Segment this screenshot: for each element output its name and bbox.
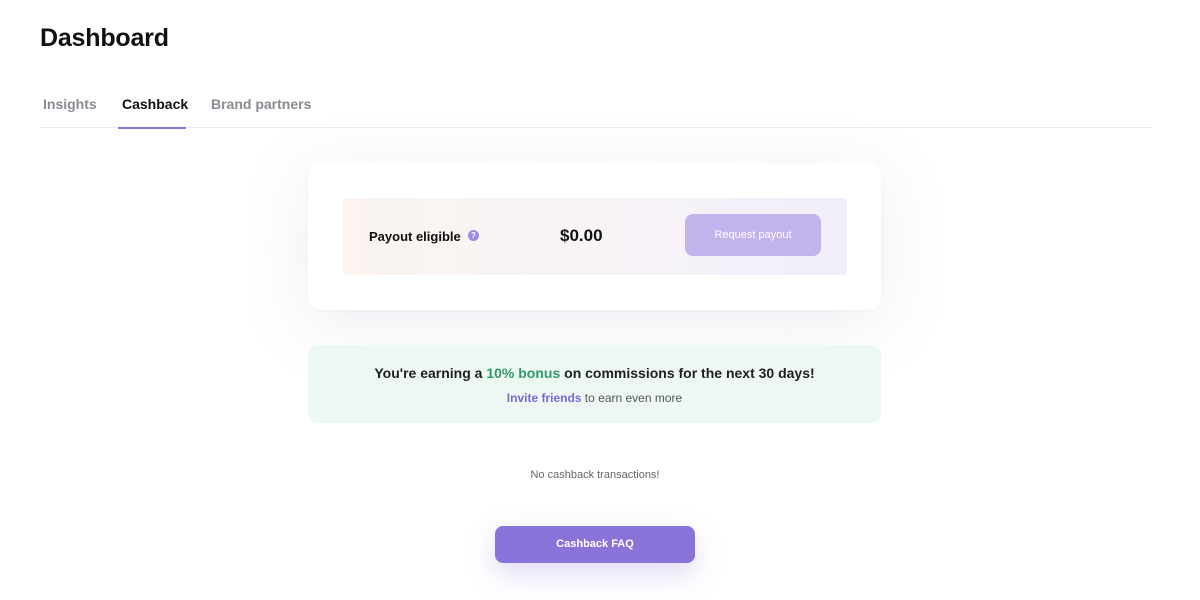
- tab-cashback[interactable]: Cashback: [118, 96, 188, 129]
- bonus-message-suffix: on commissions for the next 30 days!: [560, 365, 815, 381]
- empty-transactions-message: No cashback transactions!: [530, 469, 660, 481]
- payout-eligible-label: Payout eligible: [369, 229, 461, 244]
- info-icon[interactable]: ?: [468, 230, 479, 241]
- dashboard-tabs: Insights Cashback Brand partners: [40, 96, 1152, 129]
- cashback-faq-button[interactable]: Cashback FAQ: [495, 526, 695, 563]
- tab-brand-partners[interactable]: Brand partners: [211, 96, 311, 128]
- bonus-percentage: 10% bonus: [486, 365, 561, 381]
- tab-insights[interactable]: Insights: [43, 96, 97, 128]
- bonus-message: You're earning a 10% bonus on commission…: [308, 365, 881, 381]
- payout-card: Payout eligible ? $0.00 Request payout: [308, 163, 881, 310]
- invite-message: Invite friends to earn even more: [308, 391, 881, 405]
- page-title: Dashboard: [40, 24, 169, 52]
- invite-friends-link[interactable]: Invite friends: [507, 391, 582, 405]
- bonus-message-prefix: You're earning a: [374, 365, 487, 381]
- invite-message-suffix: to earn even more: [581, 391, 683, 405]
- payout-amount: $0.00: [560, 226, 603, 245]
- payout-eligible-panel: Payout eligible ? $0.00 Request payout: [343, 198, 847, 275]
- dashboard-page: Dashboard Insights Cashback Brand partne…: [0, 0, 1200, 600]
- bonus-banner: You're earning a 10% bonus on commission…: [308, 345, 881, 423]
- request-payout-button[interactable]: Request payout: [685, 214, 821, 256]
